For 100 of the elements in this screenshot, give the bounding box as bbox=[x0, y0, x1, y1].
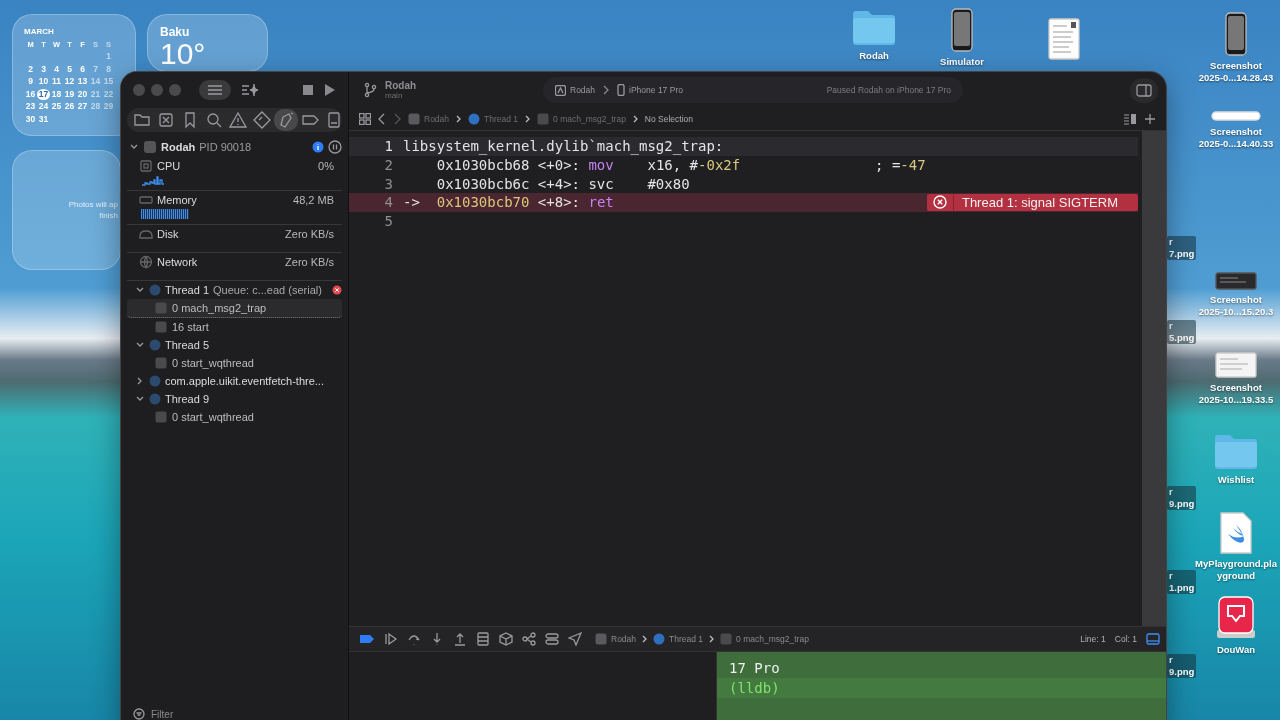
gauge-value: 0% bbox=[318, 160, 334, 172]
filter-icon bbox=[133, 708, 145, 720]
spray-can-tab[interactable] bbox=[274, 109, 298, 131]
branch-name: main bbox=[385, 91, 404, 100]
calendar-day: 5 bbox=[63, 63, 76, 75]
error-annotation[interactable]: Thread 1: signal SIGTERM bbox=[926, 193, 1138, 211]
plus-icon[interactable] bbox=[1144, 113, 1156, 125]
memory-icon bbox=[139, 193, 153, 207]
pause-circle-icon[interactable] bbox=[328, 140, 342, 154]
calendar-day: 23 bbox=[24, 101, 37, 113]
filter-field[interactable]: Filter bbox=[149, 707, 303, 720]
thread-icon bbox=[149, 339, 161, 351]
graph-icon[interactable] bbox=[522, 632, 536, 646]
step-out-icon[interactable] bbox=[453, 632, 467, 646]
line-number: 4 bbox=[383, 194, 394, 211]
stack-frame[interactable]: 0 start_wqthread bbox=[127, 408, 342, 426]
grid-icon[interactable] bbox=[359, 113, 371, 125]
file-label[interactable]: Rodah bbox=[859, 50, 889, 62]
breadcrumb[interactable]: Rodah bbox=[595, 633, 637, 645]
minimap-icon[interactable] bbox=[1123, 113, 1137, 125]
file-label[interactable]: r 9.png bbox=[1167, 486, 1197, 510]
gauge-label: Network bbox=[157, 256, 198, 268]
play-icon[interactable] bbox=[324, 83, 336, 97]
stop-icon[interactable] bbox=[302, 84, 314, 96]
chevron-right-icon bbox=[709, 635, 715, 643]
calendar-day: 13 bbox=[76, 76, 89, 88]
thread-queue: Queue: c...ead (serial) bbox=[213, 284, 322, 296]
scheme-name[interactable]: Rodah bbox=[385, 80, 535, 91]
location-icon[interactable] bbox=[568, 632, 582, 646]
scheme-selector[interactable]: Rodah bbox=[555, 84, 596, 96]
breadcrumb[interactable]: Thread 1 bbox=[653, 633, 704, 645]
folder-icon bbox=[133, 111, 151, 129]
gauge-row[interactable]: Network Zero KB/s bbox=[127, 253, 342, 281]
file-label[interactable]: DouWan bbox=[1216, 644, 1256, 656]
calendar-day: 8 bbox=[102, 63, 115, 75]
calendar-day: 18 bbox=[50, 88, 63, 100]
gauge-row[interactable]: Disk Zero KB/s bbox=[127, 225, 342, 253]
file-label[interactable]: MyPlayground.pla yground bbox=[1195, 558, 1277, 582]
thread-name[interactable]: Thread 5 bbox=[165, 339, 210, 351]
thread-name[interactable]: com.apple.uikit.eventfetch-thre... bbox=[165, 375, 324, 387]
navigator-toggle-button[interactable] bbox=[199, 80, 231, 100]
calendar-day: 2 bbox=[24, 63, 37, 75]
gauge-value: Zero KB/s bbox=[285, 228, 334, 240]
calendar-day: 19 bbox=[63, 88, 76, 100]
file-label[interactable]: r 9.png bbox=[1167, 654, 1197, 678]
toggles-icon[interactable] bbox=[545, 632, 559, 646]
thread-name[interactable]: Thread 1 bbox=[165, 284, 210, 296]
phone-icon bbox=[950, 8, 974, 52]
sparkle-icon[interactable] bbox=[241, 83, 259, 97]
calendar-day: 4 bbox=[50, 63, 63, 75]
file-label[interactable]: Screenshot 2025-0...14.40.33 bbox=[1198, 126, 1274, 150]
breakpoints-button[interactable] bbox=[359, 634, 375, 644]
calendar-day: 10 bbox=[37, 76, 50, 88]
line-number: 2 bbox=[383, 157, 394, 174]
breadcrumb[interactable]: Rodah bbox=[408, 113, 450, 125]
globe-icon bbox=[139, 255, 153, 269]
device-selector[interactable]: iPhone 17 Pro bbox=[617, 84, 683, 96]
cube-icon[interactable] bbox=[499, 632, 513, 646]
thread-icon bbox=[149, 375, 161, 387]
cursor-line: Line: 1 bbox=[1080, 634, 1106, 644]
calendar-day: 27 bbox=[76, 101, 89, 113]
calendar-day: 22 bbox=[102, 88, 115, 100]
console-toggle-icon[interactable] bbox=[1146, 633, 1160, 645]
search-icon bbox=[205, 111, 223, 129]
thread-name[interactable]: Thread 9 bbox=[165, 393, 210, 405]
frame-icon bbox=[155, 302, 167, 314]
scroll-bar[interactable] bbox=[1142, 131, 1166, 626]
calendar-day: 28 bbox=[89, 101, 102, 113]
temperature-label: 10° bbox=[160, 39, 207, 69]
light-screenshot-icon bbox=[1215, 352, 1257, 378]
status-text: Paused Rodah on iPhone 17 Pro bbox=[826, 85, 951, 95]
breadcrumb[interactable]: No Selection bbox=[644, 114, 694, 124]
step-over-icon[interactable] bbox=[407, 632, 421, 646]
square-x-icon bbox=[157, 111, 175, 129]
file-label[interactable]: Screenshot 2025-0...14.28.43 bbox=[1198, 60, 1274, 84]
breadcrumb[interactable]: Thread 1 bbox=[468, 113, 519, 125]
app-icon bbox=[555, 84, 566, 96]
document-icon bbox=[1048, 18, 1080, 60]
gauge-row[interactable]: Memory 48,2 MB bbox=[127, 191, 342, 225]
file-label[interactable]: r 7.png bbox=[1167, 236, 1197, 260]
inspector-toggle-button[interactable] bbox=[1130, 77, 1158, 103]
code-text: 0x1030bcb68 <+0>: mov x16, #-0x2f ; =-47 bbox=[435, 157, 926, 174]
info-icon[interactable] bbox=[312, 141, 324, 153]
frame-icon bbox=[155, 321, 167, 333]
diamond-icon bbox=[253, 111, 271, 129]
stack-frame[interactable]: 0 mach_msg2_trap bbox=[127, 299, 342, 318]
file-label[interactable]: Screenshot 2025-10...19.33.5 bbox=[1198, 382, 1274, 406]
chip-icon bbox=[139, 159, 153, 173]
breadcrumb[interactable]: 0 mach_msg2_trap bbox=[537, 113, 626, 125]
chevron-right-icon bbox=[603, 85, 610, 95]
back-icon[interactable] bbox=[378, 113, 386, 125]
file-label[interactable]: r 5.png bbox=[1167, 320, 1197, 344]
stack-frame[interactable]: 16 start bbox=[127, 318, 342, 336]
breadcrumb[interactable]: 0 mach_msg2_trap bbox=[720, 633, 809, 645]
file-label[interactable]: Simulator bbox=[940, 56, 984, 68]
continue-icon[interactable] bbox=[384, 632, 398, 646]
gauge-row[interactable]: CPU 0% bbox=[127, 157, 342, 191]
view-stack-icon[interactable] bbox=[476, 632, 490, 646]
stack-frame[interactable]: 0 start_wqthread bbox=[127, 354, 342, 372]
file-label[interactable]: r 1.png bbox=[1167, 570, 1197, 594]
